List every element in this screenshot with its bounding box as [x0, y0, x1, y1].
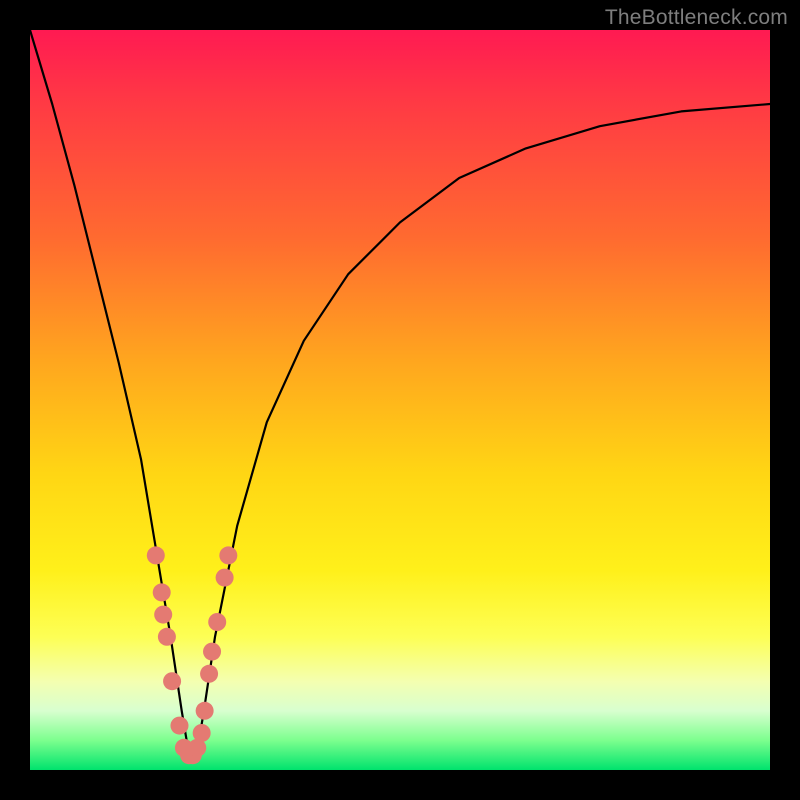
curve-marker	[196, 702, 214, 720]
chart-background	[30, 30, 770, 770]
curve-marker	[153, 583, 171, 601]
chart-overlay	[30, 30, 770, 770]
curve-marker	[200, 665, 218, 683]
curve-marker	[219, 546, 237, 564]
curve-marker	[208, 613, 226, 631]
curve-marker	[170, 717, 188, 735]
curve-marker	[154, 606, 172, 624]
curve-marker	[147, 546, 165, 564]
curve-marker	[203, 643, 221, 661]
watermark-text: TheBottleneck.com	[605, 6, 788, 30]
curve-marker	[163, 672, 181, 690]
curve-marker	[193, 724, 211, 742]
curve-marker	[216, 569, 234, 587]
bottleneck-curve	[30, 30, 770, 755]
curve-marker	[158, 628, 176, 646]
